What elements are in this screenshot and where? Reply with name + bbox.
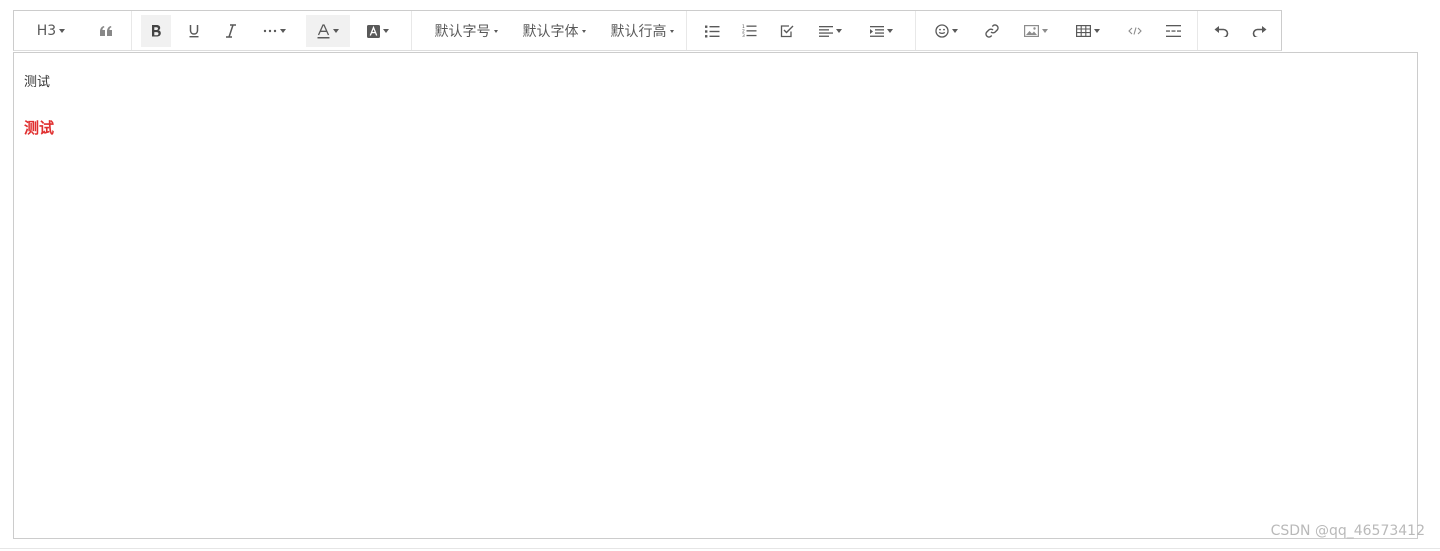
link-icon (985, 24, 999, 38)
line-height-select[interactable]: 默认行高 (602, 15, 682, 47)
blockquote-button[interactable] (92, 15, 120, 47)
font-size-select-label: 默认字号 (434, 24, 491, 40)
redo-button[interactable] (1246, 15, 1272, 47)
code-icon (1128, 27, 1142, 35)
justify-button[interactable] (811, 15, 849, 47)
emoji-button[interactable] (927, 15, 965, 47)
redo-icon (1252, 26, 1266, 37)
checkbox-icon (780, 25, 794, 38)
chevron-down-icon (383, 29, 389, 33)
align-left-icon (818, 25, 833, 37)
ellipsis-icon (263, 29, 276, 33)
chevron-down-icon (279, 29, 286, 33)
chevron-down-icon (333, 29, 339, 33)
watermark-text: CSDN @qq_46573412 (1270, 523, 1425, 539)
heading-select-label: H3 (36, 23, 57, 39)
font-family-select[interactable]: 默认字体 (514, 15, 594, 47)
bold-icon (152, 25, 161, 37)
chevron-down-icon (581, 29, 586, 33)
underline-button[interactable] (180, 15, 208, 47)
more-style-button[interactable] (254, 15, 294, 47)
chevron-down-icon (1042, 29, 1048, 33)
font-color-icon (317, 23, 330, 38)
chevron-down-icon (493, 29, 498, 33)
horizontal-rule-icon (1165, 25, 1181, 37)
editor-content-area[interactable]: 测试 测试 (13, 52, 1418, 539)
editor-toolbar: H3 默认字号 默认字体 默认行高 1 2 3 (13, 10, 1282, 51)
chevron-down-icon (669, 29, 674, 33)
bulleted-list-icon (704, 25, 719, 37)
heading-select[interactable]: H3 (30, 15, 72, 47)
image-icon (1024, 25, 1039, 37)
heading-text: 测试 (24, 119, 55, 137)
code-button[interactable] (1122, 15, 1148, 47)
emoji-icon (934, 24, 949, 38)
toolbar-divider (915, 11, 916, 50)
bold-button[interactable] (141, 15, 171, 47)
chevron-down-icon (1094, 29, 1100, 33)
font-size-select[interactable]: 默认字号 (426, 15, 506, 47)
indent-icon (869, 25, 884, 37)
indent-button[interactable] (862, 15, 900, 47)
todo-button[interactable] (774, 15, 800, 47)
table-icon (1076, 25, 1091, 37)
page-bottom-divider (0, 548, 1440, 549)
toolbar-divider (1197, 11, 1198, 50)
bulleted-list-button[interactable] (699, 15, 725, 47)
horizontal-rule-button[interactable] (1159, 15, 1187, 47)
italic-button[interactable] (217, 15, 245, 47)
underline-icon (189, 25, 199, 38)
chevron-down-icon (951, 29, 958, 33)
table-button[interactable] (1069, 15, 1107, 47)
numbered-list-button[interactable]: 1 2 3 (736, 15, 762, 47)
italic-icon (226, 24, 236, 38)
quote-icon (100, 26, 112, 36)
background-color-button[interactable] (360, 15, 396, 47)
chevron-down-icon (835, 29, 842, 33)
svg-text:3: 3 (742, 33, 745, 38)
font-family-select-label: 默认字体 (522, 24, 579, 40)
toolbar-divider (131, 11, 132, 50)
line-height-select-label: 默认行高 (610, 24, 667, 40)
chevron-down-icon (59, 29, 66, 33)
undo-button[interactable] (1208, 15, 1234, 47)
paragraph-text: 测试 (24, 75, 51, 90)
image-button[interactable] (1017, 15, 1055, 47)
toolbar-divider (686, 11, 687, 50)
font-color-button[interactable] (306, 15, 350, 47)
chevron-down-icon (886, 29, 893, 33)
background-color-icon (367, 24, 380, 38)
undo-icon (1214, 26, 1228, 37)
link-button[interactable] (979, 15, 1005, 47)
toolbar-divider (411, 11, 412, 50)
numbered-list-icon: 1 2 3 (742, 24, 756, 38)
